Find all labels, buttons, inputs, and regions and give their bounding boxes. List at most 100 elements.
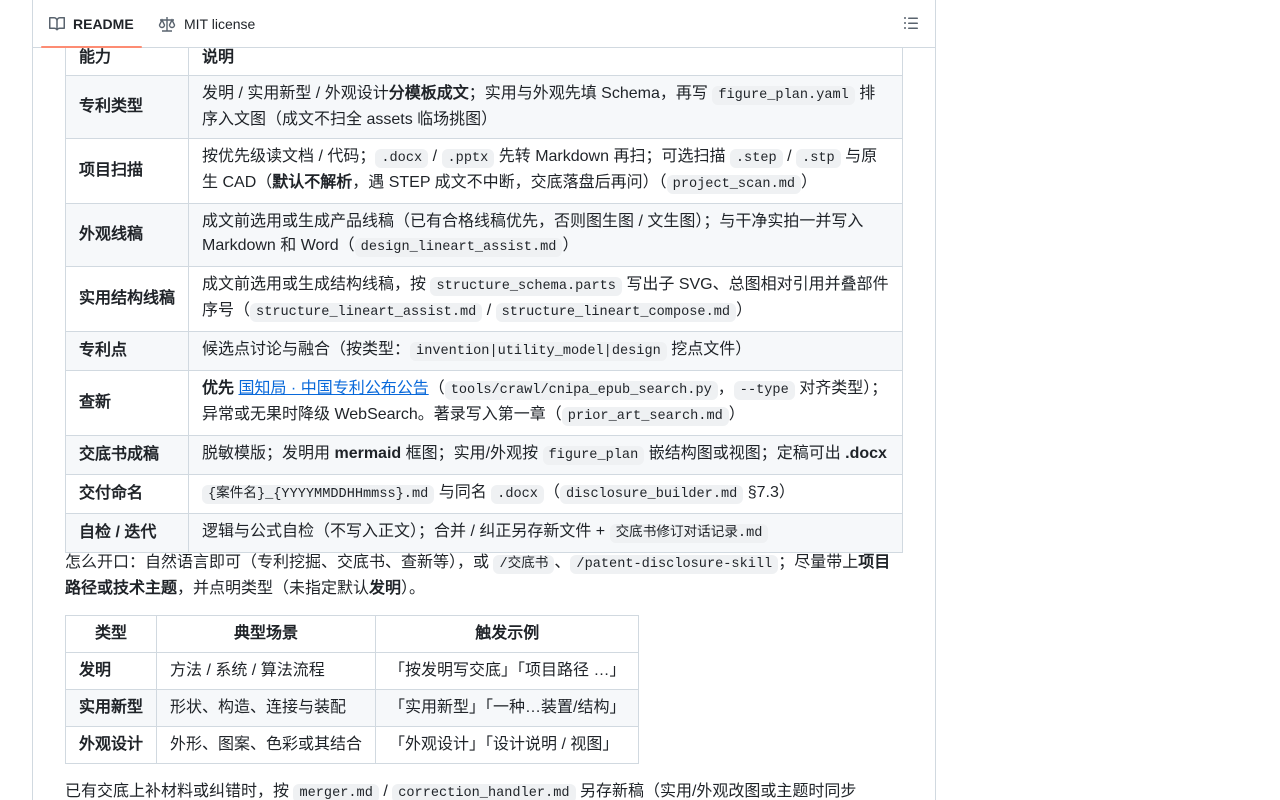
text: 框图；实用/外观按 (401, 445, 543, 462)
table-row: 实用新型 形状、构造、连接与装配 「实用新型」「一种…装置/结构」 (64, 689, 640, 727)
bold-text: .docx (845, 445, 887, 462)
table-cell: 发明 (64, 652, 158, 690)
book-icon (49, 16, 65, 30)
table-cell: 「按发明写交底」「项目路径 …」 (375, 652, 640, 690)
text: 脱敏模版；发明用 (202, 445, 335, 462)
row-description: 候选点讨论与融合（按类型： invention|utility_model|des… (188, 331, 903, 371)
text: / (378, 783, 393, 800)
bold-text: 分模板成文 (388, 85, 469, 102)
text: ）。 (401, 580, 426, 597)
text: / (782, 148, 797, 165)
readme-panel: README MIT license 能力 说明 专利类型 发明 / 实用新型 … (32, 0, 936, 800)
text: ，并点明类型（未指定默认 (177, 580, 370, 597)
bold-text: mermaid (334, 445, 402, 462)
text: 候选点讨论与融合（按类型： (202, 341, 411, 358)
text: ） (562, 237, 579, 254)
header-trigger-example: 触发示例 (375, 615, 640, 653)
table-cell: 外观设计 (64, 726, 158, 764)
text: / (482, 302, 496, 319)
inline-code: .stp (796, 149, 841, 168)
text: ） (728, 406, 745, 423)
table-row: 交付命名 {案件名}_{YYYYMMDDHHmmss}.md 与同名 .docx… (64, 474, 903, 514)
table-cell: 形状、构造、连接与装配 (156, 689, 377, 727)
table-cell: 外形、图案、色彩或其结合 (156, 726, 377, 764)
table-row: 外观线稿 成文前选用或生成产品线稿（已有合格线稿优先，否则图生图 / 文生图）；… (64, 203, 903, 267)
text: ；尽量带上 (778, 554, 859, 571)
inline-code: tools/crawl/cnipa_epub_search.py (444, 381, 718, 400)
table-cell: 「外观设计」「设计说明 / 视图」 (375, 726, 640, 764)
table-row: 专利类型 发明 / 实用新型 / 外观设计分模板成文；实用与外观先填 Schem… (64, 75, 903, 139)
row-key: 查新 (64, 370, 190, 436)
bold-text: 优先 (202, 380, 235, 397)
text: 另存新稿（实用/外观改图或主题时同步 (575, 783, 857, 800)
inline-code: project_scan.md (666, 175, 802, 194)
row-description: 成文前选用或生成结构线稿，按 structure_schema.parts 写出… (188, 266, 903, 332)
table-row: 项目扫描 按优先级读文档 / 代码； .docx / .pptx 先转 Markd… (64, 138, 903, 204)
bold-text: 默认不解析 (272, 174, 353, 191)
text: / (428, 148, 442, 165)
header-scenario: 典型场景 (156, 615, 377, 653)
inline-code: figure_plan.yaml (712, 86, 855, 105)
text: （ (428, 380, 445, 397)
text: 按优先级读文档 / 代码； (202, 148, 376, 165)
tab-license-label: MIT license (184, 15, 256, 32)
text: ；实用与外观先填 Schema，再写 (468, 85, 713, 102)
table-row: 发明 方法 / 系统 / 算法流程 「按发明写交底」「项目路径 …」 (64, 652, 640, 690)
tab-readme-label: README (73, 15, 134, 32)
text: 成文前选用或生成结构线稿，按 (202, 276, 431, 293)
text: 先转 Markdown 再扫；可选扫描 (494, 148, 730, 165)
row-description: 脱敏模版；发明用 mermaid 框图；实用/外观按 figure_plan 嵌… (188, 435, 903, 475)
inline-code: {案件名}_{YYYYMMDDHHmmss}.md (202, 485, 435, 504)
table-row: 实用结构线稿 成文前选用或生成结构线稿，按 structure_schema.p… (64, 266, 903, 332)
table-row: 自检 / 迭代 逻辑与公式自检（不写入正文）；合并 / 纠正另存新文件 + 交底… (64, 513, 903, 553)
table-cell: 「实用新型」「一种…装置/结构」 (375, 689, 640, 727)
usage-paragraph: 怎么开口：自然语言即可（专利挖掘、交底书、查新等），或 /交底书、/patent… (65, 551, 903, 601)
row-description: {案件名}_{YYYYMMDDHHmmss}.md 与同名 .docx （disc… (188, 474, 903, 514)
row-description: 发明 / 实用新型 / 外观设计分模板成文；实用与外观先填 Schema，再写 … (188, 75, 903, 139)
inline-code: figure_plan (542, 446, 645, 465)
text: 逻辑与公式自检（不写入正文）；合并 / 纠正另存新文件 + (202, 523, 610, 540)
row-key: 自检 / 迭代 (64, 513, 190, 553)
text: 、 (554, 554, 571, 571)
inline-code: merger.md (293, 784, 379, 800)
row-description: 优先 国知局 · 中国专利公布公告（ tools/crawl/cnipa_epub… (188, 370, 903, 436)
row-key: 交付命名 (64, 474, 190, 514)
row-key: 外观线稿 (64, 203, 190, 267)
inline-code: design_lineart_assist.md (354, 238, 563, 257)
inline-code: .step (729, 149, 783, 168)
row-key: 交底书成稿 (64, 435, 190, 475)
text: （ (543, 484, 560, 501)
table-row: 专利点 候选点讨论与融合（按类型： invention|utility_model… (64, 331, 903, 371)
inline-code: invention|utility_model|design (410, 342, 667, 361)
capability-table: 能力 说明 专利类型 发明 / 实用新型 / 外观设计分模板成文；实用与外观先填… (64, 38, 903, 553)
inline-code: structure_lineart_assist.md (250, 303, 483, 322)
text: 与同名 (434, 484, 492, 501)
list-unordered-icon[interactable] (903, 15, 919, 31)
text: 怎么开口：自然语言即可（专利挖掘、交底书、查新等），或 (65, 554, 494, 571)
patent-type-table: 类型 典型场景 触发示例 发明 方法 / 系统 / 算法流程 「按发明写交底」「… (64, 615, 640, 764)
inline-code: structure_schema.parts (430, 277, 622, 296)
header-type: 类型 (64, 615, 158, 653)
law-icon (158, 16, 176, 32)
text: 挖点文件） (666, 341, 752, 358)
cnipa-link[interactable]: 国知局 · 中国专利公布公告 (238, 380, 428, 397)
table-header-row: 类型 典型场景 触发示例 (64, 615, 640, 653)
text: §7.3） (743, 484, 795, 501)
text: ， (717, 380, 734, 397)
bold-text: 发明 (369, 580, 402, 597)
tab-readme[interactable]: README (41, 0, 142, 48)
inline-code: structure_lineart_compose.md (495, 303, 737, 322)
inline-code: /交底书 (493, 555, 555, 574)
tab-license[interactable]: MIT license (158, 0, 255, 47)
inline-code: prior_art_search.md (561, 407, 729, 426)
row-key: 专利点 (64, 331, 190, 371)
text: ，遇 STEP 成文不中断，交底落盘后再问）（ (352, 174, 667, 191)
row-description: 逻辑与公式自检（不写入正文）；合并 / 纠正另存新文件 + 交底书修订对话记录.… (188, 513, 903, 553)
inline-code: .docx (491, 485, 544, 504)
text: ） (801, 174, 818, 191)
table-row: 交底书成稿 脱敏模版；发明用 mermaid 框图；实用/外观按 figure_… (64, 435, 903, 475)
merge-paragraph: 已有交底上补材料或纠错时，按 merger.md / correction_ha… (65, 780, 903, 800)
inline-code: .docx (375, 149, 429, 168)
row-key: 专利类型 (64, 75, 190, 139)
row-description: 按优先级读文档 / 代码； .docx / .pptx 先转 Markdown 再… (188, 138, 903, 204)
